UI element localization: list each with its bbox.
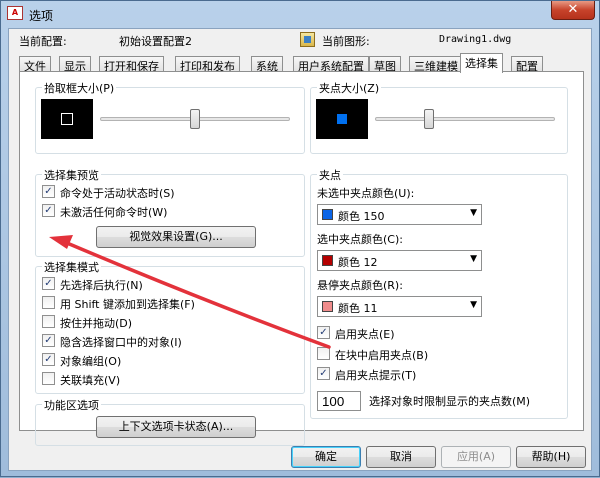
tab-open-save[interactable]: 打开和保存 bbox=[99, 56, 164, 73]
grip-size-label: 夹点大小(Z) bbox=[317, 80, 382, 96]
associative-hatch-label: 关联填充(V) bbox=[60, 374, 121, 387]
pickbox-square-icon bbox=[61, 113, 73, 125]
hover-grip-color-label: 悬停夹点颜色(R): bbox=[317, 279, 403, 292]
current-profile-label: 当前配置: bbox=[19, 35, 67, 48]
help-button[interactable]: 帮助(H) bbox=[516, 446, 586, 468]
preview-active-command-checkbox[interactable]: ✓ bbox=[42, 185, 55, 198]
selection-preview-label: 选择集预览 bbox=[42, 167, 101, 183]
dialog-client-area: 当前配置: 初始设置配置2 当前图形: Drawing1.dwg 文件 显示 打… bbox=[8, 28, 592, 471]
autocad-app-icon: A bbox=[7, 6, 23, 20]
current-drawing-label: 当前图形: bbox=[322, 35, 370, 48]
chevron-down-icon: ▼ bbox=[470, 208, 477, 218]
grip-tips-label: 启用夹点提示(T) bbox=[335, 369, 417, 382]
current-drawing-value: Drawing1.dwg bbox=[439, 34, 512, 45]
enable-grips-label: 启用夹点(E) bbox=[335, 328, 395, 341]
tab-plot-publish[interactable]: 打印和发布 bbox=[175, 56, 240, 73]
grip-size-preview bbox=[316, 99, 368, 139]
selection-tab-panel: 拾取框大小(P) 选择集预览 ✓ 命令处于活动状态时(S) ✓ 未激活任何命令时… bbox=[19, 71, 584, 446]
implied-windowing-checkbox[interactable]: ✓ bbox=[42, 334, 55, 347]
unselected-grip-color-select[interactable]: 颜色 150 ▼ bbox=[317, 204, 482, 225]
selected-grip-color-select[interactable]: 颜色 12 ▼ bbox=[317, 250, 482, 271]
tab-3d-modeling[interactable]: 三维建模 bbox=[409, 56, 463, 73]
tab-display[interactable]: 显示 bbox=[59, 56, 91, 73]
chevron-down-icon: ▼ bbox=[470, 254, 477, 264]
implied-windowing-label: 隐含选择窗口中的对象(I) bbox=[60, 336, 182, 349]
close-icon: ✕ bbox=[567, 2, 579, 17]
shift-to-add-checkbox[interactable] bbox=[42, 296, 55, 309]
preview-active-command-label: 命令处于活动状态时(S) bbox=[60, 187, 175, 200]
pickbox-size-label: 拾取框大小(P) bbox=[42, 80, 117, 96]
tab-system[interactable]: 系统 bbox=[251, 56, 283, 73]
tab-files[interactable]: 文件 bbox=[19, 56, 51, 73]
unselected-grip-color-label: 未选中夹点颜色(U): bbox=[317, 187, 415, 200]
object-grouping-checkbox[interactable]: ✓ bbox=[42, 353, 55, 366]
tab-profiles[interactable]: 配置 bbox=[511, 56, 543, 73]
selected-grip-color-swatch bbox=[322, 255, 333, 266]
preview-no-command-checkbox[interactable]: ✓ bbox=[42, 204, 55, 217]
grip-size-slider-thumb[interactable] bbox=[424, 109, 434, 129]
enable-grips-checkbox[interactable]: ✓ bbox=[317, 326, 330, 339]
contextual-tab-states-button[interactable]: 上下文选项卡状态(A)... bbox=[96, 416, 256, 438]
noun-verb-selection-label: 先选择后执行(N) bbox=[60, 279, 143, 292]
visual-effect-settings-button[interactable]: 视觉效果设置(G)... bbox=[96, 226, 256, 248]
selected-grip-color-label: 选中夹点颜色(C): bbox=[317, 233, 403, 246]
grip-tips-checkbox[interactable]: ✓ bbox=[317, 367, 330, 380]
grips-label: 夹点 bbox=[317, 167, 343, 183]
window-title: 选项 bbox=[29, 9, 54, 23]
selection-modes-label: 选择集模式 bbox=[42, 259, 101, 275]
associative-hatch-checkbox[interactable] bbox=[42, 372, 55, 385]
tab-user-preferences[interactable]: 用户系统配置 bbox=[293, 56, 369, 73]
grips-group: 夹点 未选中夹点颜色(U): 颜色 150 ▼ 选中夹点颜色(C): 颜色 12… bbox=[310, 167, 568, 419]
title-bar[interactable]: A 选项 ✕ bbox=[1, 1, 599, 27]
cancel-button[interactable]: 取消 bbox=[366, 446, 436, 468]
apply-button[interactable]: 应用(A) bbox=[441, 446, 511, 468]
unselected-grip-color-swatch bbox=[322, 209, 333, 220]
noun-verb-selection-checkbox[interactable]: ✓ bbox=[42, 277, 55, 290]
selected-grip-color-value: 颜色 12 bbox=[338, 256, 378, 269]
chevron-down-icon: ▼ bbox=[470, 300, 477, 310]
pickbox-size-group: 拾取框大小(P) bbox=[35, 80, 305, 154]
grips-in-blocks-checkbox[interactable] bbox=[317, 347, 330, 360]
grip-size-slider[interactable] bbox=[375, 117, 555, 121]
current-profile-value: 初始设置配置2 bbox=[119, 35, 192, 48]
hover-grip-color-swatch bbox=[322, 301, 333, 312]
press-and-drag-checkbox[interactable] bbox=[42, 315, 55, 328]
tab-drafting[interactable]: 草图 bbox=[369, 56, 401, 73]
ribbon-options-group: 功能区选项 上下文选项卡状态(A)... bbox=[35, 397, 305, 446]
close-button[interactable]: ✕ bbox=[551, 1, 595, 20]
grip-limit-label: 选择对象时限制显示的夹点数(M) bbox=[369, 395, 531, 408]
drawing-file-icon bbox=[300, 32, 315, 47]
grip-limit-input[interactable] bbox=[317, 391, 361, 411]
grip-size-group: 夹点大小(Z) bbox=[310, 80, 568, 154]
hover-grip-color-value: 颜色 11 bbox=[338, 302, 378, 315]
selection-preview-group: 选择集预览 ✓ 命令处于活动状态时(S) ✓ 未激活任何命令时(W) 视觉效果设… bbox=[35, 167, 305, 257]
grips-in-blocks-label: 在块中启用夹点(B) bbox=[335, 349, 429, 362]
pickbox-preview bbox=[41, 99, 93, 139]
hover-grip-color-select[interactable]: 颜色 11 ▼ bbox=[317, 296, 482, 317]
options-dialog: A 选项 ✕ 当前配置: 初始设置配置2 当前图形: Drawing1.dwg … bbox=[0, 0, 600, 477]
press-and-drag-label: 按住并拖动(D) bbox=[60, 317, 133, 330]
grip-square-icon bbox=[337, 114, 347, 124]
pickbox-slider-thumb[interactable] bbox=[190, 109, 200, 129]
tab-selection[interactable]: 选择集 bbox=[460, 53, 503, 73]
ribbon-options-label: 功能区选项 bbox=[42, 397, 101, 413]
unselected-grip-color-value: 颜色 150 bbox=[338, 210, 385, 223]
preview-no-command-label: 未激活任何命令时(W) bbox=[60, 206, 168, 219]
shift-to-add-label: 用 Shift 键添加到选择集(F) bbox=[60, 298, 195, 311]
selection-modes-group: 选择集模式 ✓ 先选择后执行(N) 用 Shift 键添加到选择集(F) 按住并… bbox=[35, 259, 305, 394]
object-grouping-label: 对象编组(O) bbox=[60, 355, 122, 368]
ok-button[interactable]: 确定 bbox=[291, 446, 361, 468]
